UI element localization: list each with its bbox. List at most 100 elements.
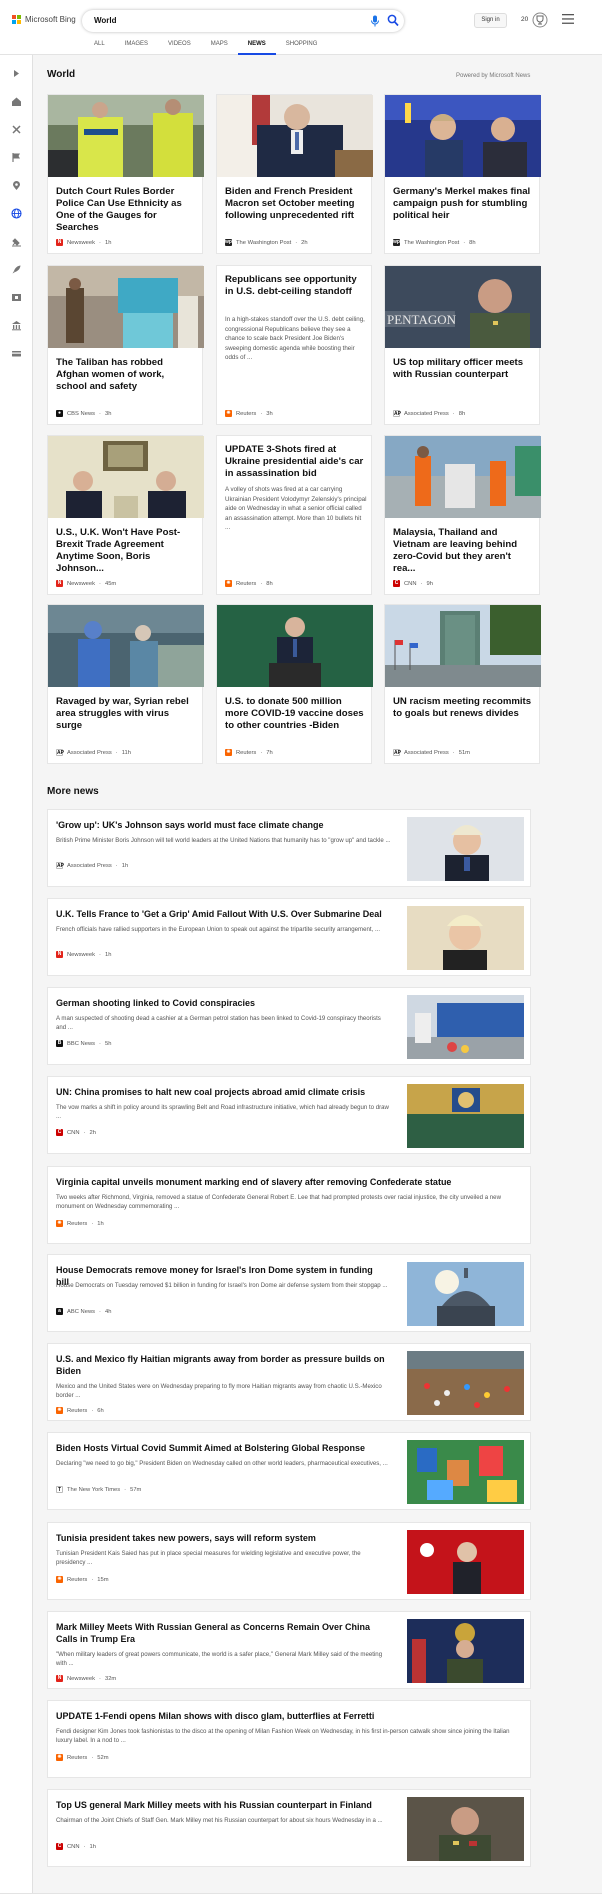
more-news-item[interactable]: UPDATE 1-Fendi opens Milan shows with di… xyxy=(47,1700,531,1778)
news-source: ✺ Reuters · 15m xyxy=(56,1576,109,1583)
news-headline[interactable]: Ravaged by war, Syrian rebel area strugg… xyxy=(56,696,196,732)
news-source: C CNN · 9h xyxy=(393,580,433,587)
tab-news[interactable]: NEWS xyxy=(237,40,276,55)
more-news-item[interactable]: German shooting linked to Covid conspira… xyxy=(47,987,531,1065)
globe-icon[interactable] xyxy=(10,207,23,220)
news-source: ✺ Reuters · 6h xyxy=(56,1407,104,1414)
news-headline[interactable]: German shooting linked to Covid conspira… xyxy=(56,997,386,1009)
news-card[interactable]: Germany's Merkel makes final campaign pu… xyxy=(384,94,541,254)
news-card[interactable]: Malaysia, Thailand and Vietnam are leavi… xyxy=(384,435,541,595)
news-thumbnail xyxy=(407,1797,524,1861)
news-headline[interactable]: The Taliban has robbed Afghan women of w… xyxy=(56,357,196,393)
news-thumbnail xyxy=(217,605,373,687)
news-source: wp The Washington Post · 2h xyxy=(225,239,308,246)
news-card[interactable]: Biden and French President Macron set Oc… xyxy=(216,94,373,254)
news-thumbnail xyxy=(385,605,541,687)
bing-logo[interactable]: Microsoft Bing xyxy=(12,15,76,24)
more-news-item[interactable]: UN: China promises to halt new coal proj… xyxy=(47,1076,531,1154)
more-news-item[interactable]: Virginia capital unveils monument markin… xyxy=(47,1166,531,1244)
tab-shopping[interactable]: SHOPPING xyxy=(276,40,328,55)
news-card[interactable]: The Taliban has robbed Afghan women of w… xyxy=(47,265,204,425)
news-card[interactable]: Republicans see opportunity in U.S. debt… xyxy=(216,265,372,425)
more-news-item[interactable]: House Democrats remove money for Israel'… xyxy=(47,1254,531,1332)
news-headline[interactable]: US top military officer meets with Russi… xyxy=(393,357,533,381)
news-headline[interactable]: UPDATE 3-Shots fired at Ukraine presiden… xyxy=(225,444,365,480)
news-card[interactable]: UN racism meeting recommits to goals but… xyxy=(384,604,541,764)
left-navigation-rail xyxy=(0,55,33,1903)
news-source: C CNN · 1h xyxy=(56,1843,96,1850)
news-thumbnail xyxy=(48,266,204,348)
expand-icon[interactable] xyxy=(10,67,23,80)
news-headline[interactable]: UPDATE 1-Fendi opens Milan shows with di… xyxy=(56,1710,521,1722)
news-headline[interactable]: UN racism meeting recommits to goals but… xyxy=(393,696,533,720)
tab-maps[interactable]: MAPS xyxy=(201,40,238,55)
news-headline[interactable]: 'Grow up': UK's Johnson says world must … xyxy=(56,819,386,831)
film-icon[interactable] xyxy=(10,291,23,304)
news-headline[interactable]: Republicans see opportunity in U.S. debt… xyxy=(225,274,365,298)
news-headline[interactable]: Germany's Merkel makes final campaign pu… xyxy=(393,186,533,222)
bank-icon[interactable] xyxy=(10,319,23,332)
rewards-trophy-icon[interactable] xyxy=(532,12,548,28)
news-headline[interactable]: Biden Hosts Virtual Covid Summit Aimed a… xyxy=(56,1442,386,1454)
hamburger-menu-icon[interactable] xyxy=(562,14,574,24)
news-source: wp The Washington Post · 8h xyxy=(393,239,476,246)
news-card[interactable]: U.S., U.K. Won't Have Post-Brexit Trade … xyxy=(47,435,204,595)
more-news-item[interactable]: U.S. and Mexico fly Haitian migrants awa… xyxy=(47,1343,531,1421)
news-headline[interactable]: U.S., U.K. Won't Have Post-Brexit Trade … xyxy=(56,527,196,575)
more-news-item[interactable]: Mark Milley Meets With Russian General a… xyxy=(47,1611,531,1689)
news-source: C CNN · 2h xyxy=(56,1129,96,1136)
flag-icon[interactable] xyxy=(10,151,23,164)
search-box[interactable]: World xyxy=(82,10,404,32)
news-card[interactable]: Ravaged by war, Syrian rebel area strugg… xyxy=(47,604,204,764)
newsweek-logo-icon: N xyxy=(56,951,63,958)
news-thumbnail: PENTAGON xyxy=(385,266,541,348)
news-card[interactable]: UPDATE 3-Shots fired at Ukraine presiden… xyxy=(216,435,372,595)
search-tabs: ALL IMAGES VIDEOS MAPS NEWS SHOPPING xyxy=(84,40,327,55)
sports-icon[interactable] xyxy=(10,123,23,136)
news-headline[interactable]: Dutch Court Rules Border Police Can Use … xyxy=(56,186,196,234)
money-icon[interactable] xyxy=(10,347,23,360)
news-headline[interactable]: Tunisia president takes new powers, says… xyxy=(56,1532,386,1544)
cnn-logo-icon: C xyxy=(56,1843,63,1850)
search-input[interactable]: World xyxy=(94,16,117,25)
reuters-logo-icon: ✺ xyxy=(56,1407,63,1414)
home-icon[interactable] xyxy=(10,95,23,108)
location-pin-icon[interactable] xyxy=(10,179,23,192)
more-news-title: More news xyxy=(47,786,99,797)
news-card[interactable]: U.S. to donate 500 million more COVID-19… xyxy=(216,604,373,764)
cnn-logo-icon: C xyxy=(393,580,400,587)
news-headline[interactable]: Malaysia, Thailand and Vietnam are leavi… xyxy=(393,527,533,575)
more-news-item[interactable]: U.K. Tells France to 'Get a Grip' Amid F… xyxy=(47,898,531,976)
news-headline[interactable]: Mark Milley Meets With Russian General a… xyxy=(56,1621,386,1645)
news-headline[interactable]: Virginia capital unveils monument markin… xyxy=(56,1176,521,1188)
news-headline[interactable]: Top US general Mark Milley meets with hi… xyxy=(56,1799,386,1811)
more-news-item[interactable]: Tunisia president takes new powers, says… xyxy=(47,1522,531,1600)
rocket-icon[interactable] xyxy=(10,263,23,276)
news-snippet: British Prime Minister Boris Johnson wil… xyxy=(56,837,391,844)
tab-all[interactable]: ALL xyxy=(84,40,115,55)
news-headline[interactable]: U.K. Tells France to 'Get a Grip' Amid F… xyxy=(56,908,386,920)
tab-videos[interactable]: VIDEOS xyxy=(158,40,201,55)
news-source: T The New York Times · 57m xyxy=(56,1486,142,1493)
news-headline[interactable]: U.S. to donate 500 million more COVID-19… xyxy=(225,696,365,732)
top-header: Microsoft Bing World Sign in 20 ALL IMAG… xyxy=(0,0,602,55)
news-source: AP Associated Press · 1h xyxy=(56,862,129,869)
more-news-item[interactable]: 'Grow up': UK's Johnson says world must … xyxy=(47,809,531,887)
news-headline[interactable]: Biden and French President Macron set Oc… xyxy=(225,186,365,222)
news-headline[interactable]: UN: China promises to halt new coal proj… xyxy=(56,1086,386,1098)
newsweek-logo-icon: N xyxy=(56,239,63,246)
microphone-icon[interactable] xyxy=(370,15,380,27)
news-headline[interactable]: U.S. and Mexico fly Haitian migrants awa… xyxy=(56,1353,386,1377)
news-card[interactable]: Dutch Court Rules Border Police Can Use … xyxy=(47,94,204,254)
news-card[interactable]: PENTAGON US top military officer meets w… xyxy=(384,265,541,425)
associated-press-logo-icon: AP xyxy=(56,749,64,756)
news-snippet: Tunisian President Kais Saied has put in… xyxy=(56,1550,361,1566)
powered-by-label[interactable]: Powered by Microsoft News xyxy=(456,73,530,79)
rewards-points[interactable]: 20 xyxy=(521,16,528,23)
tab-images[interactable]: IMAGES xyxy=(115,40,158,55)
search-icon[interactable] xyxy=(387,14,399,27)
more-news-item[interactable]: Biden Hosts Virtual Covid Summit Aimed a… xyxy=(47,1432,531,1510)
sign-in-button[interactable]: Sign in xyxy=(474,13,507,28)
more-news-item[interactable]: Top US general Mark Milley meets with hi… xyxy=(47,1789,531,1867)
science-icon[interactable] xyxy=(10,235,23,248)
